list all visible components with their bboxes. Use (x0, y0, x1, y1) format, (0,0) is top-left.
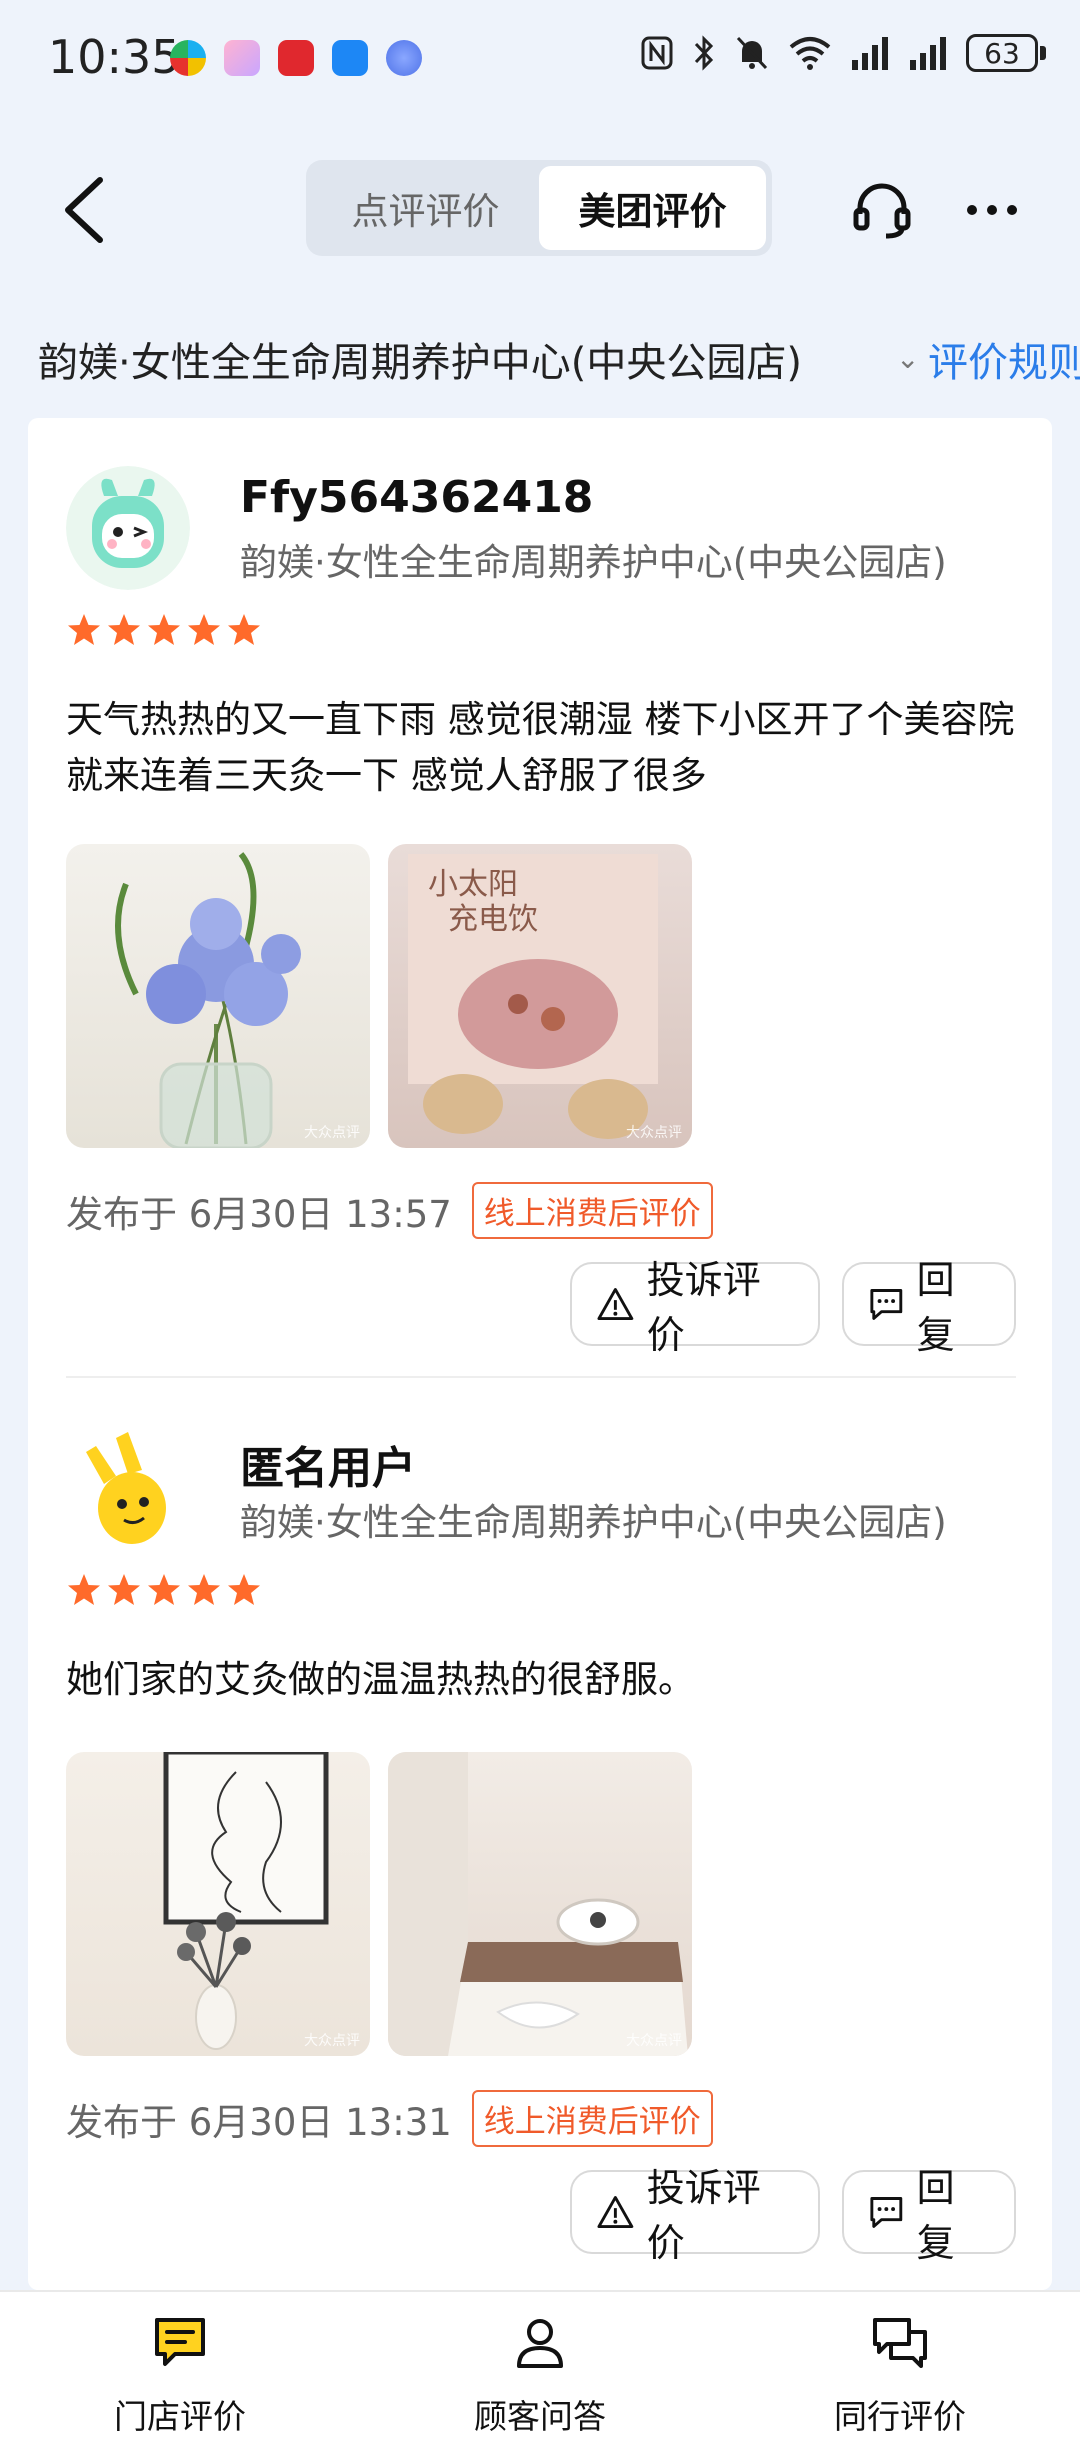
star-rating (66, 1572, 262, 1608)
review-rules-link[interactable]: 评价规则 (928, 330, 1080, 388)
app-notification-icon (332, 40, 368, 76)
svg-text:小太阳: 小太阳 (428, 867, 518, 902)
review-photo-treatment-bed[interactable]: 大众点评 (388, 1752, 692, 2056)
review-text[interactable]: 天气热热的又一直下雨 感觉很潮湿 楼下小区开了个美容院 就来连着三天灸一下 感觉… (66, 692, 1016, 804)
tab-label: 门店评价 (114, 2397, 246, 2436)
star-icon (188, 1574, 220, 1605)
battery-indicator: 63 (966, 34, 1046, 72)
review-photos: 大众点评 大众点评 (66, 1752, 692, 2056)
app-notification-icon (224, 40, 260, 76)
review-item: 匿名用户 韵媄·女性全生命周期养护中心(中央公园店) 她们家的艾灸做的温温热热的… (66, 1402, 1016, 2282)
star-icon (228, 1574, 260, 1605)
store-review-icon (155, 2318, 205, 2366)
wifi-icon (789, 37, 831, 70)
person-icon (517, 2319, 563, 2368)
watermark: 大众点评 (626, 2033, 682, 2049)
review-source-switch: 点评评价 美团评价 (306, 160, 772, 256)
star-icon (108, 1574, 140, 1605)
more-icon[interactable] (962, 180, 1022, 240)
review-divider (66, 1376, 1016, 1378)
star-icon (148, 614, 180, 645)
tab-store-reviews[interactable]: 门店评价 (0, 2292, 360, 2442)
review-list: Ffy564362418 韵媄·女性全生命周期养护中心(中央公园店) 天气热热的… (28, 418, 1052, 2290)
review-photo-wall-art[interactable]: 大众点评 (66, 1752, 370, 2056)
review-actions: 投诉评价 回复 (570, 1258, 1016, 1357)
comment-icon (870, 1289, 903, 1320)
notification-icons (170, 40, 422, 76)
complain-button[interactable]: 投诉评价 (570, 1258, 820, 1357)
star-icon (108, 614, 140, 645)
star-icon (148, 1574, 180, 1605)
review-meta: 发布于 6月30日 13:31 线上消费后评价 (66, 2090, 713, 2147)
complain-label: 投诉评价 (646, 2166, 761, 2265)
star-icon (228, 614, 260, 645)
comment-icon (870, 2197, 903, 2228)
customer-service-icon[interactable] (850, 178, 914, 242)
shop-bar: 韵媄·女性全生命周期养护中心(中央公园店) ⌄ 评价规则 (0, 322, 1080, 392)
status-bar: 10:35 63 (0, 0, 1080, 120)
review-photo-drink[interactable]: 小太阳 充电饮 大众点评 (388, 844, 692, 1148)
avatar (66, 1426, 190, 1550)
chat-icon (873, 2318, 927, 2368)
star-icon (68, 614, 100, 645)
tab-label: 顾客问答 (474, 2397, 606, 2436)
watermark: 大众点评 (626, 1125, 682, 1141)
star-icon (68, 1574, 100, 1605)
warning-icon (597, 2196, 634, 2228)
username[interactable]: 匿名用户 (240, 1432, 416, 1496)
tab-meituan-reviews[interactable]: 美团评价 (539, 166, 766, 250)
review-actions: 投诉评价 回复 (570, 2166, 1016, 2265)
reviewed-shop-name: 韵媄·女性全生命周期养护中心(中央公园店) (240, 541, 947, 584)
complain-label: 投诉评价 (646, 1258, 761, 1357)
music-notification-icon (386, 40, 422, 76)
star-rating (66, 612, 262, 648)
status-time: 10:35 (48, 30, 181, 84)
tab-label: 同行评价 (834, 2397, 966, 2436)
username[interactable]: Ffy564362418 (240, 472, 593, 523)
publish-date: 发布于 6月30日 13:31 (66, 2100, 452, 2144)
reply-button[interactable]: 回复 (842, 2166, 1016, 2265)
signal-icon (852, 37, 888, 70)
watermark: 大众点评 (304, 1125, 360, 1141)
svg-text:充电饮: 充电饮 (448, 902, 538, 937)
review-source-tag: 线上消费后评价 (471, 2090, 713, 2147)
bottom-tab-bar: 门店评价 顾客问答 同行评价 (0, 2290, 1080, 2442)
tab-dianping-reviews[interactable]: 点评评价 (312, 166, 539, 250)
review-source-tag: 线上消费后评价 (471, 1182, 713, 1239)
signal-icon (910, 37, 946, 70)
review-meta: 发布于 6月30日 13:57 线上消费后评价 (66, 1182, 713, 1239)
nfc-icon (641, 36, 673, 70)
top-nav: 点评评价 美团评价 (0, 150, 1080, 270)
back-arrow-icon[interactable] (58, 170, 118, 250)
chevron-down-icon[interactable]: ⌄ (896, 342, 919, 375)
review-photo-flowers[interactable]: 大众点评 (66, 844, 370, 1148)
warning-icon (597, 1288, 634, 1320)
reviewed-shop-name: 韵媄·女性全生命周期养护中心(中央公园店) (240, 1501, 947, 1544)
app-notification-icon (170, 40, 206, 76)
tab-customer-qa[interactable]: 顾客问答 (360, 2292, 720, 2442)
reply-button[interactable]: 回复 (842, 1258, 1016, 1357)
star-icon (188, 614, 220, 645)
review-photos: 大众点评 小太阳 充电饮 大众点评 (66, 844, 692, 1148)
bluetooth-icon (694, 35, 714, 71)
reply-label: 回复 (916, 2166, 955, 2265)
reply-label: 回复 (916, 1258, 955, 1357)
mute-icon (736, 36, 768, 70)
battery-level: 63 (984, 36, 1020, 70)
system-icons: 63 (640, 34, 1046, 72)
review-text[interactable]: 她们家的艾灸做的温温热热的很舒服。 (66, 1652, 1016, 1708)
complain-button[interactable]: 投诉评价 (570, 2166, 820, 2265)
shop-name: 韵媄·女性全生命周期养护中心(中央公园店) (38, 340, 802, 386)
avatar (66, 466, 190, 590)
publish-date: 发布于 6月30日 13:57 (66, 1192, 452, 1236)
watermark: 大众点评 (304, 2033, 360, 2049)
tab-peer-reviews[interactable]: 同行评价 (720, 2292, 1080, 2442)
review-item: Ffy564362418 韵媄·女性全生命周期养护中心(中央公园店) 天气热热的… (66, 442, 1016, 1357)
app-notification-icon (278, 40, 314, 76)
